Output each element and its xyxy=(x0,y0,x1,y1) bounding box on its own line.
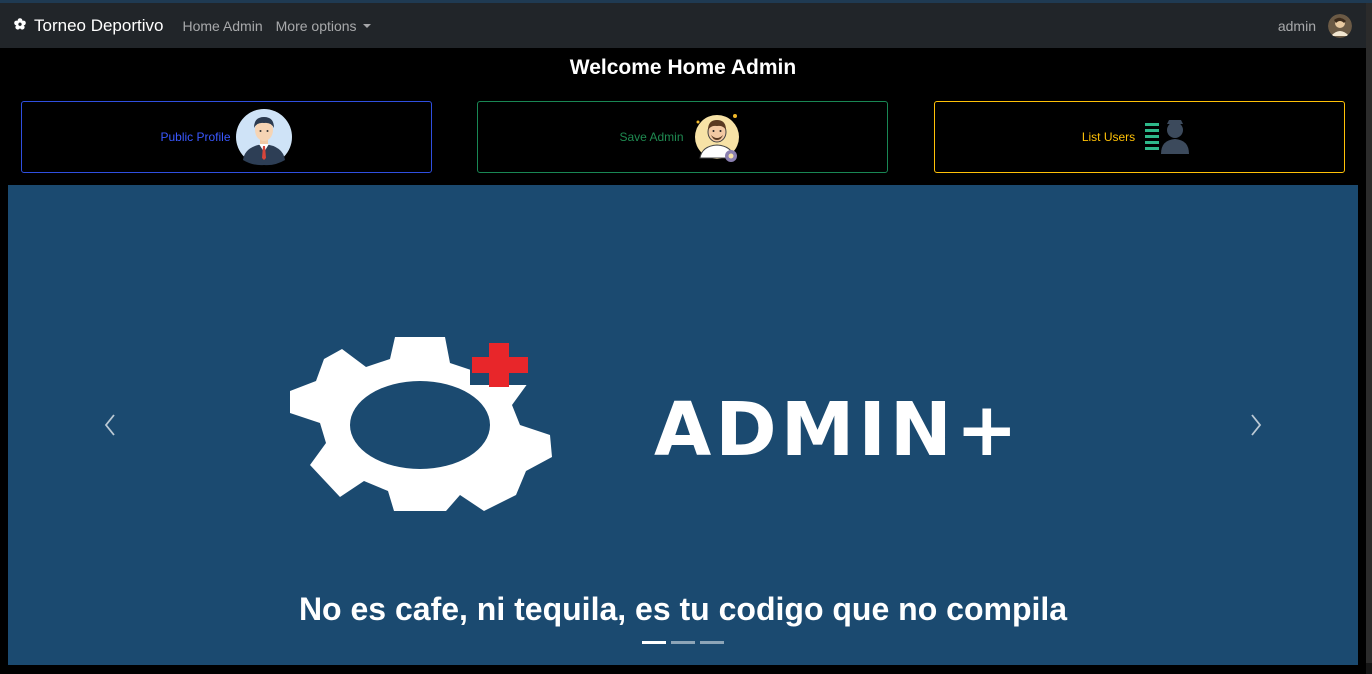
card-label: Public Profile xyxy=(160,130,231,144)
card-label: List Users xyxy=(1081,130,1136,144)
carousel-indicator-2[interactable] xyxy=(671,641,695,644)
carousel-indicator-3[interactable] xyxy=(700,641,724,644)
nav-home-admin[interactable]: Home Admin xyxy=(182,18,262,34)
brand[interactable]: Torneo Deportivo xyxy=(14,16,163,36)
carousel-indicators xyxy=(642,641,729,644)
carousel: ADMIN+ No es cafe, ni tequila, es tu cod… xyxy=(8,185,1358,665)
chevron-left-icon[interactable] xyxy=(100,410,120,440)
card-save-admin[interactable]: Save Admin xyxy=(477,101,888,173)
admin-gear-avatar-icon xyxy=(694,114,739,162)
user-name: admin xyxy=(1277,17,1316,34)
user-avatar[interactable] xyxy=(1328,13,1352,38)
businessman-avatar-icon xyxy=(235,109,292,166)
carousel-indicator-1[interactable] xyxy=(642,641,666,644)
chevron-right-icon[interactable] xyxy=(1246,410,1266,440)
user-menu[interactable]: admin xyxy=(1277,13,1352,38)
brand-label: Torneo Deportivo xyxy=(34,15,164,35)
caret-down-icon xyxy=(362,23,371,28)
card-list-users[interactable]: List Users xyxy=(934,101,1345,173)
carousel-caption: No es cafe, ni tequila, es tu codigo que… xyxy=(298,591,1068,627)
card-label: Save Admin xyxy=(619,130,684,144)
flower-icon xyxy=(14,17,26,30)
logo-text: ADMIN+ xyxy=(654,387,1022,473)
nav-more-options-dropdown[interactable]: More options xyxy=(276,18,371,34)
scrollbar-thumb[interactable] xyxy=(1366,3,1372,663)
admin-plus-logo: ADMIN+ xyxy=(290,337,1022,511)
card-public-profile[interactable]: Public Profile xyxy=(21,101,432,173)
nav-more-options-label: More options xyxy=(275,17,357,34)
page-title: Welcome Home Admin xyxy=(569,56,797,79)
user-list-icon xyxy=(1145,120,1190,154)
navbar: Torneo Deportivo Home Admin More options… xyxy=(0,3,1366,48)
